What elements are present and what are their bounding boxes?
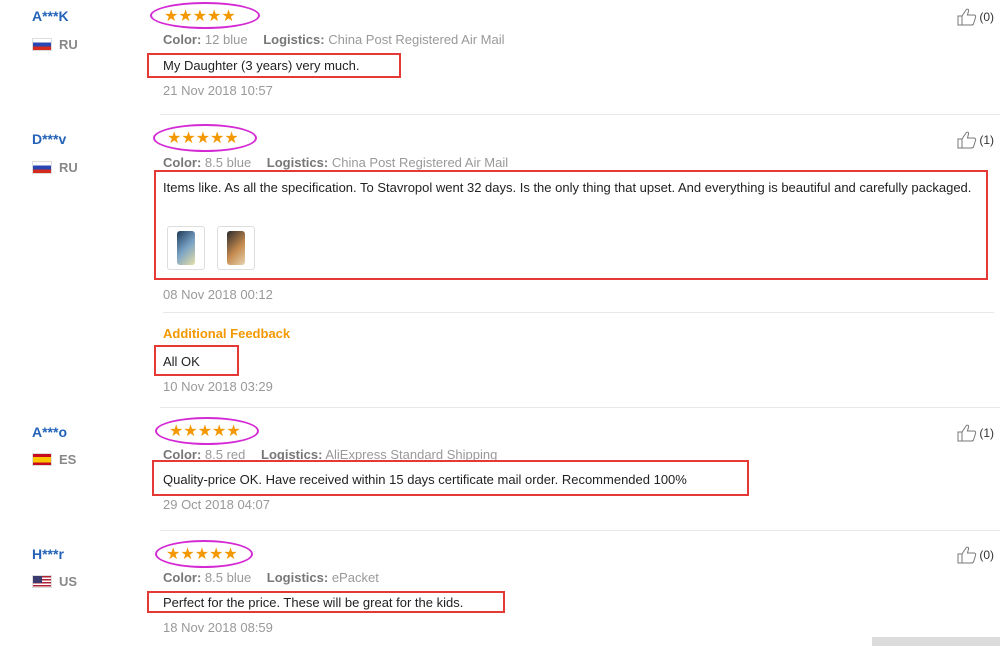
star-icon: ★★★★★ xyxy=(164,8,236,25)
divider xyxy=(163,312,994,313)
reviewer-name[interactable]: A***o xyxy=(32,424,67,440)
star-rating: ★★★★★ xyxy=(153,124,257,152)
review-date: 08 Nov 2018 00:12 xyxy=(163,287,273,302)
scrollbar[interactable] xyxy=(872,637,1000,646)
review-date: 21 Nov 2018 10:57 xyxy=(163,83,273,98)
helpful-count: (0) xyxy=(979,10,994,24)
additional-feedback-text: All OK xyxy=(163,354,200,369)
review-photo[interactable] xyxy=(167,226,205,270)
flag-ru-icon xyxy=(32,161,52,174)
reviewer-country: RU xyxy=(32,37,78,52)
helpful-count: (1) xyxy=(979,133,994,147)
reviewer-name[interactable]: H***r xyxy=(32,546,64,562)
reviewer-name[interactable]: D***v xyxy=(32,131,66,147)
star-icon: ★★★★★ xyxy=(167,130,239,147)
helpful-button[interactable]: (0) xyxy=(957,8,994,26)
order-info: Color: 8.5 blue Logistics: China Post Re… xyxy=(163,155,509,170)
review-text: My Daughter (3 years) very much. xyxy=(163,58,360,73)
additional-feedback-label: Additional Feedback xyxy=(163,326,291,341)
review-text: Quality-price OK. Have received within 1… xyxy=(163,472,687,487)
helpful-count: (1) xyxy=(979,426,994,440)
order-info: Color: 12 blue Logistics: China Post Reg… xyxy=(163,32,505,47)
review-text: Perfect for the price. These will be gre… xyxy=(163,595,464,610)
star-icon: ★★★★★ xyxy=(166,546,238,563)
flag-es-icon xyxy=(32,453,52,466)
review-text: Items like. As all the specification. To… xyxy=(163,180,972,195)
star-rating: ★★★★★ xyxy=(150,2,260,29)
thumbs-up-icon xyxy=(957,131,977,149)
reviewer-name[interactable]: A***K xyxy=(32,8,69,24)
helpful-button[interactable]: (0) xyxy=(957,546,994,564)
divider xyxy=(160,114,1000,115)
helpful-button[interactable]: (1) xyxy=(957,131,994,149)
divider xyxy=(160,530,1000,531)
reviewer-country: ES xyxy=(32,452,76,467)
helpful-count: (0) xyxy=(979,548,994,562)
thumbs-up-icon xyxy=(957,546,977,564)
star-icon: ★★★★★ xyxy=(169,423,241,440)
star-rating: ★★★★★ xyxy=(155,540,253,568)
review-date: 18 Nov 2018 08:59 xyxy=(163,620,273,635)
additional-feedback-date: 10 Nov 2018 03:29 xyxy=(163,379,273,394)
thumbs-up-icon xyxy=(957,424,977,442)
star-rating: ★★★★★ xyxy=(155,417,259,445)
reviewer-country: US xyxy=(32,574,77,589)
order-info: Color: 8.5 blue Logistics: ePacket xyxy=(163,570,379,585)
flag-us-icon xyxy=(32,575,52,588)
reviewer-country: RU xyxy=(32,160,78,175)
flag-ru-icon xyxy=(32,38,52,51)
divider xyxy=(160,407,1000,408)
review-photo[interactable] xyxy=(217,226,255,270)
review-date: 29 Oct 2018 04:07 xyxy=(163,497,270,512)
thumbs-up-icon xyxy=(957,8,977,26)
helpful-button[interactable]: (1) xyxy=(957,424,994,442)
